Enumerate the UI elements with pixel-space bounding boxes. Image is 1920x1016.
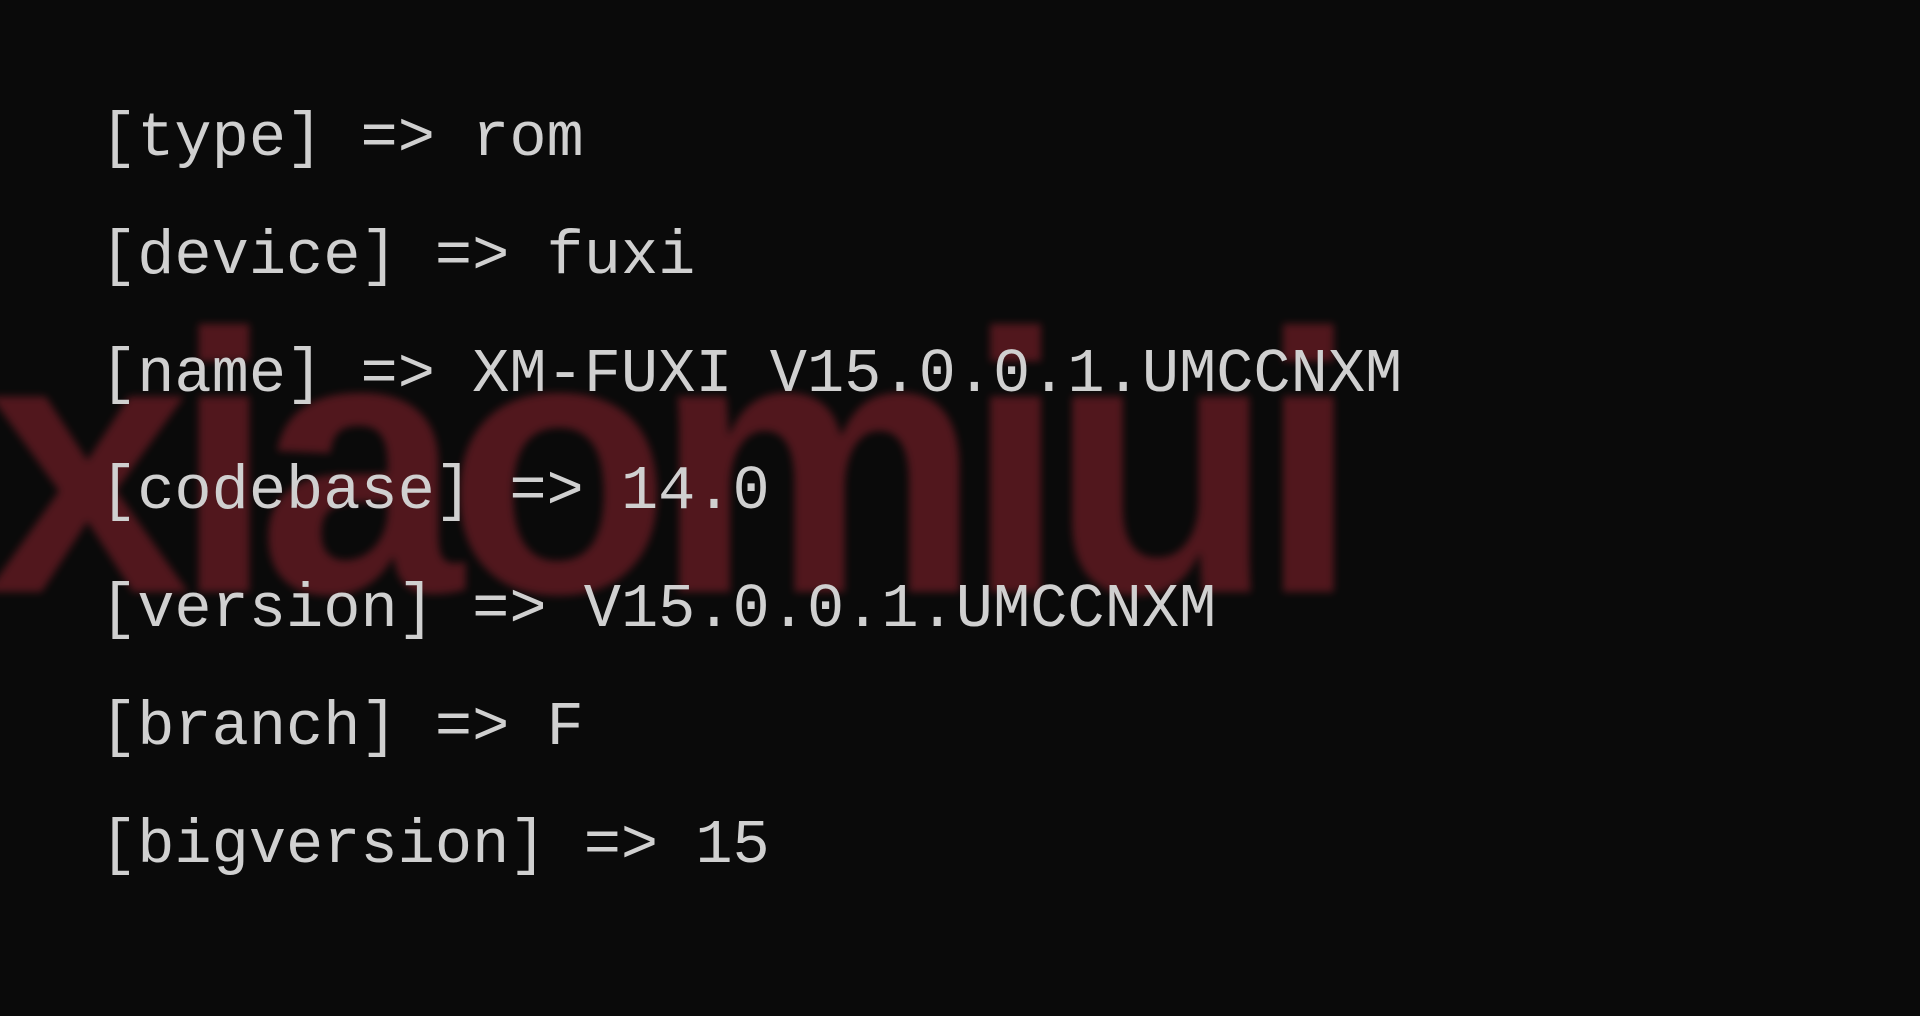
entry-value: fuxi	[547, 221, 696, 292]
terminal-line: [type] => rom	[100, 80, 1402, 198]
entry-key: [device]	[100, 221, 398, 292]
entry-value: V15.0.0.1.UMCCNXM	[584, 574, 1217, 645]
terminal-line: [codebase] => 14.0	[100, 433, 1402, 551]
arrow-separator: =>	[509, 456, 621, 527]
terminal-output: [type] => rom [device] => fuxi [name] =>…	[100, 80, 1402, 905]
entry-value: F	[547, 692, 584, 763]
entry-key: [type]	[100, 103, 323, 174]
terminal-line: [version] => V15.0.0.1.UMCCNXM	[100, 551, 1402, 669]
entry-key: [bigversion]	[100, 810, 547, 881]
terminal-line: [device] => fuxi	[100, 198, 1402, 316]
entry-key: [name]	[100, 339, 323, 410]
entry-value: 14.0	[621, 456, 770, 527]
arrow-separator: =>	[360, 103, 472, 174]
arrow-separator: =>	[435, 221, 547, 292]
arrow-separator: =>	[584, 810, 696, 881]
entry-value: XM-FUXI V15.0.0.1.UMCCNXM	[472, 339, 1402, 410]
entry-value: rom	[472, 103, 584, 174]
entry-key: [version]	[100, 574, 435, 645]
terminal-line: [branch] => F	[100, 669, 1402, 787]
entry-value: 15	[695, 810, 769, 881]
arrow-separator: =>	[360, 339, 472, 410]
entry-key: [branch]	[100, 692, 398, 763]
entry-key: [codebase]	[100, 456, 472, 527]
arrow-separator: =>	[435, 692, 547, 763]
terminal-line: [name] => XM-FUXI V15.0.0.1.UMCCNXM	[100, 316, 1402, 434]
arrow-separator: =>	[472, 574, 584, 645]
terminal-line: [bigversion] => 15	[100, 787, 1402, 905]
